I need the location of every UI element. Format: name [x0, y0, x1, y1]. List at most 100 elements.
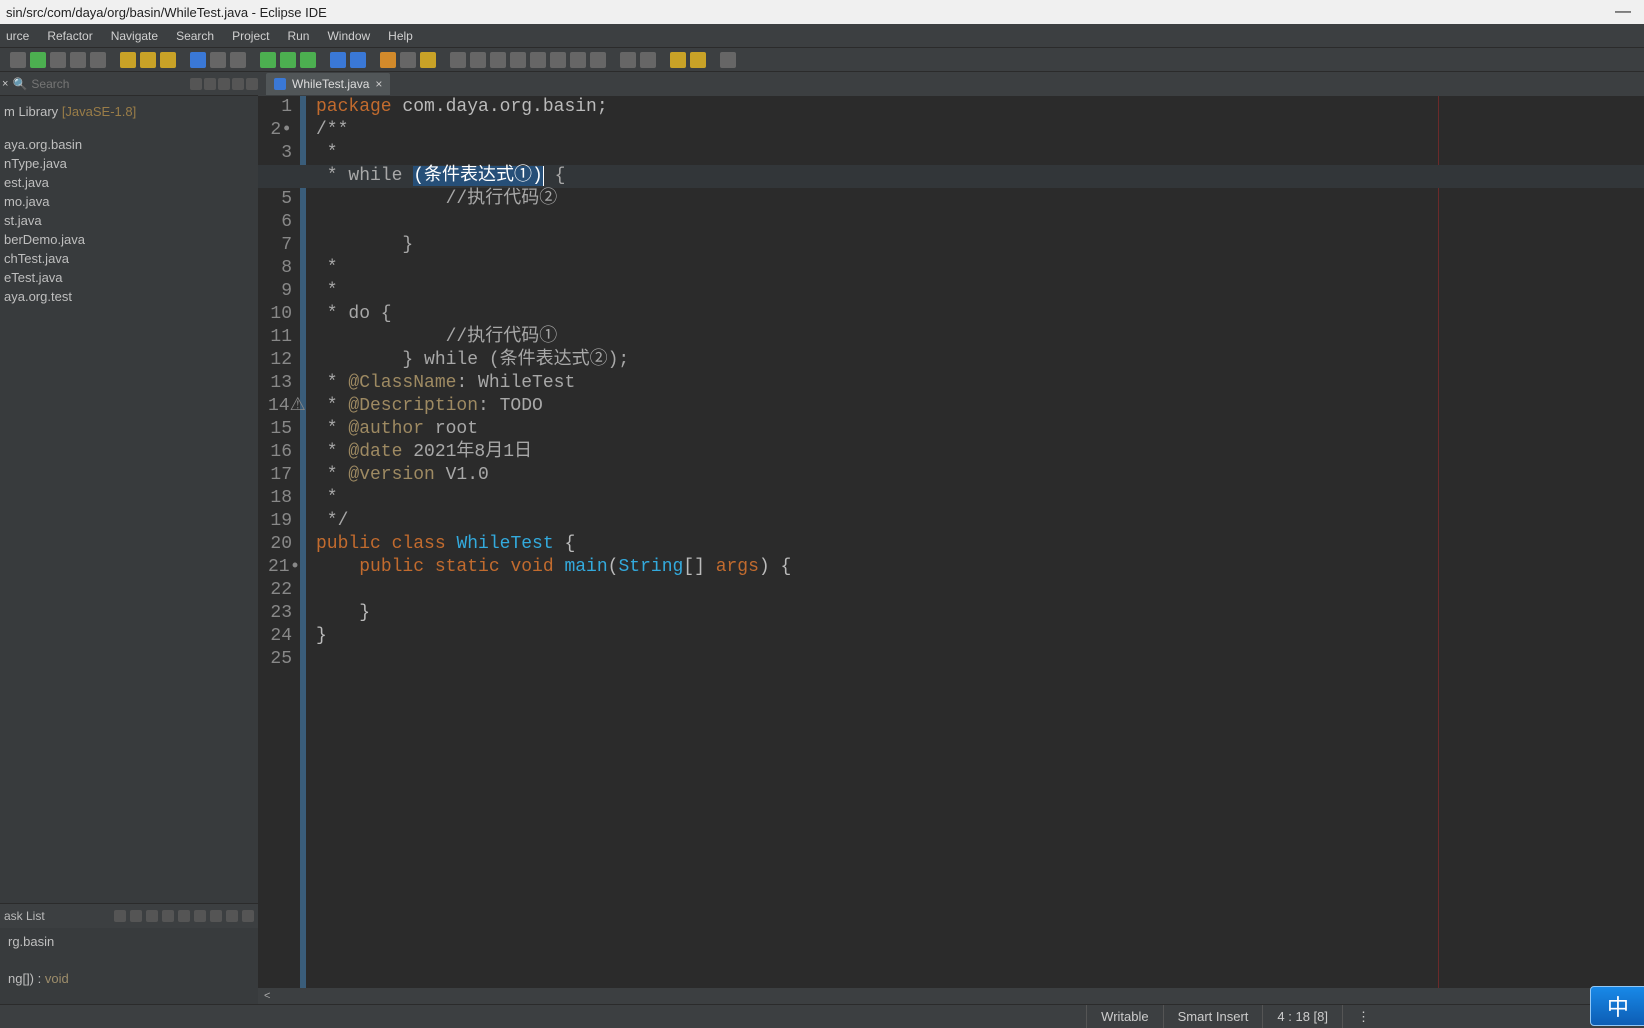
- explorer-item[interactable]: berDemo.java: [0, 230, 258, 249]
- outline-package[interactable]: rg.basin: [4, 932, 254, 951]
- status-writable[interactable]: Writable: [1086, 1005, 1162, 1028]
- menu-project[interactable]: Project: [232, 29, 269, 43]
- line-number[interactable]: 23: [268, 602, 292, 625]
- disconnect-icon[interactable]: [90, 52, 106, 68]
- explorer-item[interactable]: mo.java: [0, 192, 258, 211]
- line-number[interactable]: 14⚠: [268, 395, 292, 418]
- line-number[interactable]: 13: [268, 372, 292, 395]
- explorer-item[interactable]: aya.org.test: [0, 287, 258, 306]
- line-number[interactable]: 2•: [268, 119, 292, 142]
- code-line[interactable]: }: [316, 602, 791, 625]
- debug-icon[interactable]: [260, 52, 276, 68]
- code-line[interactable]: //执行代码①: [316, 326, 791, 349]
- save-all-icon[interactable]: [230, 52, 246, 68]
- line-number[interactable]: 22: [268, 579, 292, 602]
- code-line[interactable]: [316, 579, 791, 602]
- scroll-left-icon[interactable]: <: [264, 990, 270, 1002]
- explorer-item[interactable]: eTest.java: [0, 268, 258, 287]
- task-tool-d-icon[interactable]: [162, 910, 174, 922]
- forward-icon[interactable]: [690, 52, 706, 68]
- menu-navigate[interactable]: Navigate: [111, 29, 158, 43]
- tasktags-icon[interactable]: [420, 52, 436, 68]
- code-line[interactable]: } while (条件表达式②);: [316, 349, 791, 372]
- step-into-icon[interactable]: [120, 52, 136, 68]
- jre-library[interactable]: m Library [JavaSE-1.8]: [0, 102, 258, 121]
- line-number[interactable]: 15: [268, 418, 292, 441]
- back-icon[interactable]: [670, 52, 686, 68]
- explorer-item[interactable]: est.java: [0, 173, 258, 192]
- stop-icon[interactable]: [70, 52, 86, 68]
- line-number[interactable]: 24: [268, 625, 292, 648]
- code-editor[interactable]: 12•34567891011121314⚠15161718192021•2223…: [258, 96, 1644, 988]
- explorer-item[interactable]: nType.java: [0, 154, 258, 173]
- tool-b-icon[interactable]: [470, 52, 486, 68]
- refresh-icon[interactable]: [190, 78, 202, 90]
- close-icon[interactable]: ×: [2, 76, 8, 92]
- perspective-icon[interactable]: [720, 52, 736, 68]
- tool-h-icon[interactable]: [590, 52, 606, 68]
- new-class-icon[interactable]: [330, 52, 346, 68]
- line-number[interactable]: 12: [268, 349, 292, 372]
- task-tool-a-icon[interactable]: [114, 910, 126, 922]
- menu-help[interactable]: Help: [388, 29, 413, 43]
- code-line[interactable]: package com.daya.org.basin;: [316, 96, 791, 119]
- line-number[interactable]: 21•: [268, 556, 292, 579]
- code-line[interactable]: public static void main(String[] args) {: [316, 556, 791, 579]
- menu-run[interactable]: Run: [287, 29, 309, 43]
- code-line[interactable]: *: [316, 487, 791, 510]
- step-return-icon[interactable]: [160, 52, 176, 68]
- tool-i-icon[interactable]: [620, 52, 636, 68]
- project-explorer[interactable]: m Library [JavaSE-1.8] aya.org.basin nTy…: [0, 96, 258, 903]
- code-line[interactable]: *: [316, 257, 791, 280]
- line-number[interactable]: 3: [268, 142, 292, 165]
- code-line[interactable]: * @Description: TODO: [316, 395, 791, 418]
- code-line[interactable]: [316, 648, 791, 671]
- pause-icon[interactable]: [50, 52, 66, 68]
- tool-d-icon[interactable]: [510, 52, 526, 68]
- ime-indicator[interactable]: 中: [1590, 986, 1644, 1026]
- tool-a-icon[interactable]: [450, 52, 466, 68]
- code-line[interactable]: * do {: [316, 303, 791, 326]
- run-icon[interactable]: [280, 52, 296, 68]
- view-menu-icon[interactable]: [246, 78, 258, 90]
- code-line[interactable]: //执行代码②: [316, 188, 791, 211]
- explorer-item[interactable]: chTest.java: [0, 249, 258, 268]
- line-number[interactable]: 10: [268, 303, 292, 326]
- code-line[interactable]: * @ClassName: WhileTest: [316, 372, 791, 395]
- line-number[interactable]: 25: [268, 648, 292, 671]
- open-type-icon[interactable]: [380, 52, 396, 68]
- line-number[interactable]: 19: [268, 510, 292, 533]
- menu-refactor[interactable]: Refactor: [47, 29, 92, 43]
- code-line[interactable]: * @version V1.0: [316, 464, 791, 487]
- line-number[interactable]: 18: [268, 487, 292, 510]
- tool-j-icon[interactable]: [640, 52, 656, 68]
- code-line[interactable]: * @author root: [316, 418, 791, 441]
- task-tool-f-icon[interactable]: [194, 910, 206, 922]
- line-gutter[interactable]: 12•34567891011121314⚠15161718192021•2223…: [268, 96, 306, 988]
- tool-e-icon[interactable]: [530, 52, 546, 68]
- search-input[interactable]: [31, 77, 186, 91]
- line-number[interactable]: 11: [268, 326, 292, 349]
- line-number[interactable]: 8: [268, 257, 292, 280]
- run-last-icon[interactable]: [300, 52, 316, 68]
- save-icon[interactable]: [210, 52, 226, 68]
- minimize-button[interactable]: —: [1608, 3, 1638, 21]
- line-number[interactable]: 5: [268, 188, 292, 211]
- line-number[interactable]: 20: [268, 533, 292, 556]
- menu-window[interactable]: Window: [327, 29, 370, 43]
- outline-method[interactable]: ng[]) : void: [4, 969, 254, 988]
- task-tool-i-icon[interactable]: [242, 910, 254, 922]
- explorer-item[interactable]: st.java: [0, 211, 258, 230]
- code-line[interactable]: *: [316, 142, 791, 165]
- menu-search[interactable]: Search: [176, 29, 214, 43]
- tool-g-icon[interactable]: [570, 52, 586, 68]
- code-line[interactable]: */: [316, 510, 791, 533]
- tool-f-icon[interactable]: [550, 52, 566, 68]
- task-tool-g-icon[interactable]: [210, 910, 222, 922]
- resume-icon[interactable]: [30, 52, 46, 68]
- new-package-icon[interactable]: [350, 52, 366, 68]
- line-number[interactable]: 9: [268, 280, 292, 303]
- status-insert-mode[interactable]: Smart Insert: [1163, 1005, 1263, 1028]
- task-tool-b-icon[interactable]: [130, 910, 142, 922]
- filter-icon[interactable]: [218, 78, 230, 90]
